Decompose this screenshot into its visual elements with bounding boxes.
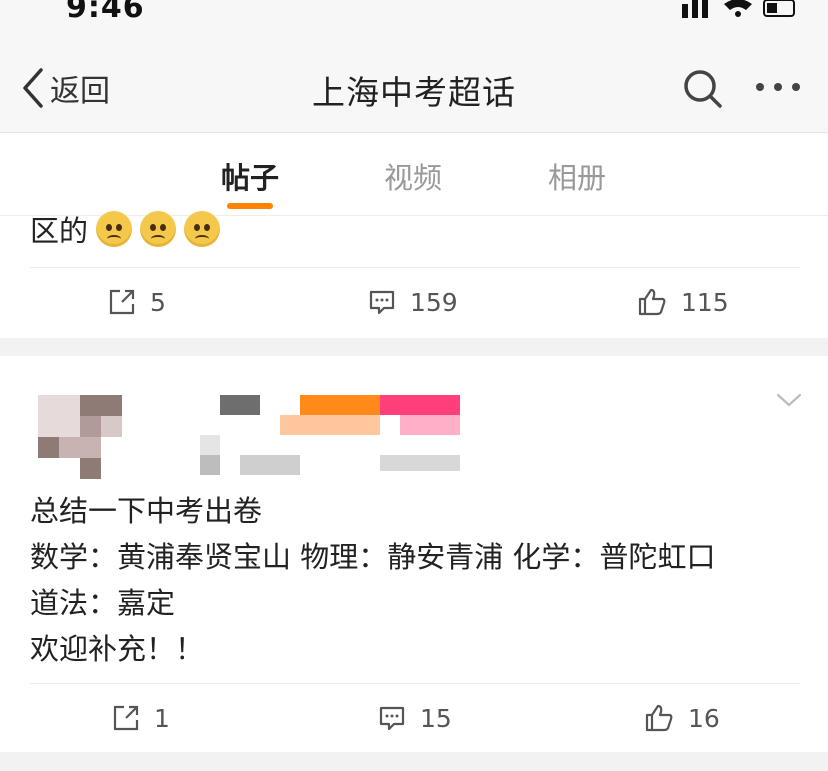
sad-face-emoji-icon <box>96 211 133 247</box>
tab-videos[interactable]: 视频 <box>384 155 442 197</box>
chevron-down-icon[interactable] <box>776 392 802 408</box>
post-text-line: 总结一下中考出卷 <box>30 494 263 528</box>
tab-bar: 帖子 视频 相册 <box>0 133 828 216</box>
post-author-avatar[interactable] <box>38 395 122 479</box>
comment-count: 159 <box>410 287 458 317</box>
comment-icon <box>369 290 395 315</box>
like-button[interactable]: 16 <box>644 688 720 748</box>
more-icon[interactable] <box>754 80 802 94</box>
signal-icon <box>682 0 795 18</box>
post-text-line: 欢迎补充！！ <box>30 632 205 666</box>
post-actions: 5 159 115 <box>0 272 828 332</box>
post-text: 区的 <box>30 208 221 254</box>
nav-bar: 返回 上海中考超话 <box>0 30 828 133</box>
comment-button[interactable]: 159 <box>368 272 458 332</box>
share-button[interactable]: 1 <box>112 688 170 748</box>
divider <box>30 683 800 684</box>
section-gap <box>0 752 828 771</box>
share-icon <box>109 289 135 315</box>
post-text-line: 区的 <box>30 214 89 248</box>
thumbs-up-icon <box>645 704 673 732</box>
section-gap <box>0 338 828 356</box>
status-bar: 9:46 <box>0 0 828 30</box>
comment-count: 15 <box>420 703 452 733</box>
post-text-line: 数学：黄浦奉贤宝山 物理：静安青浦 化学：普陀虹口 <box>30 540 716 574</box>
share-button[interactable]: 5 <box>108 272 166 332</box>
status-time: 9:46 <box>66 0 145 25</box>
tab-albums[interactable]: 相册 <box>548 155 606 197</box>
share-count: 1 <box>154 703 170 733</box>
search-icon[interactable] <box>682 68 724 110</box>
sad-face-emoji-icon <box>140 211 177 247</box>
post-author-name[interactable] <box>180 395 465 475</box>
sad-face-emoji-icon <box>184 211 221 247</box>
share-count: 5 <box>150 287 166 317</box>
tab-posts[interactable]: 帖子 <box>221 155 279 197</box>
share-icon <box>113 705 139 731</box>
post-text: 总结一下中考出卷 数学：黄浦奉贤宝山 物理：静安青浦 化学：普陀虹口 道法：嘉定… <box>30 488 715 672</box>
comment-button[interactable]: 15 <box>378 688 452 748</box>
active-tab-indicator <box>227 203 273 209</box>
like-count: 115 <box>681 287 729 317</box>
comment-icon <box>379 706 405 731</box>
divider <box>30 267 800 268</box>
thumbs-up-icon <box>638 288 666 316</box>
like-count: 16 <box>688 703 720 733</box>
post-actions: 1 15 16 <box>0 688 828 748</box>
post-text-line: 道法：嘉定 <box>30 586 176 620</box>
like-button[interactable]: 115 <box>637 272 729 332</box>
